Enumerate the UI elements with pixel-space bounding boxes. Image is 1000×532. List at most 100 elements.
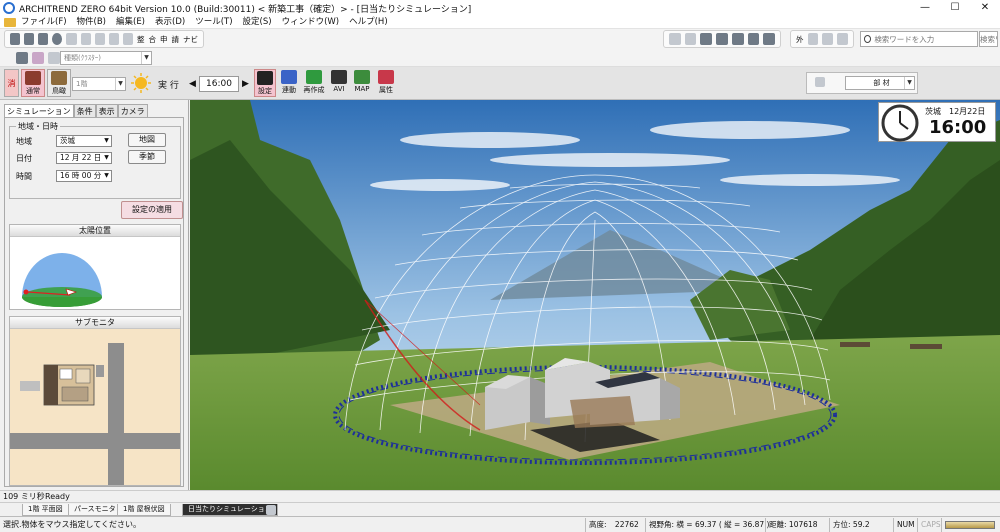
minimize-button[interactable]: — xyxy=(910,0,940,16)
print-icon[interactable] xyxy=(66,33,77,45)
attribute-button[interactable]: 属性 xyxy=(375,69,397,97)
import-icon[interactable] xyxy=(94,33,105,45)
layer-active-icon[interactable] xyxy=(32,52,44,64)
tab-condition[interactable]: 条件 xyxy=(73,104,96,118)
triangle-down-icon[interactable] xyxy=(684,33,697,45)
date-label: 日付 xyxy=(16,154,32,163)
menu-help[interactable]: ヘルプ(H) xyxy=(344,16,393,29)
tab-floor-plan[interactable]: 1階 平面図 xyxy=(22,504,69,516)
execute-button[interactable]: 実 行 xyxy=(128,69,182,97)
setting-label: 設定 xyxy=(258,87,272,95)
replay-button[interactable]: 再作成 xyxy=(301,69,327,97)
maximize-button[interactable]: ☐ xyxy=(940,0,970,16)
grid-icon[interactable] xyxy=(763,33,776,45)
redo-icon[interactable] xyxy=(822,33,834,45)
navi-label[interactable]: ナビ xyxy=(183,34,198,45)
menu-settings[interactable]: 設定(S) xyxy=(238,16,277,29)
material-selector[interactable]: 部 材 ▼ xyxy=(806,72,918,94)
consistency-label-2[interactable]: 合 xyxy=(148,34,156,45)
refresh-icon[interactable] xyxy=(837,33,848,45)
date-select[interactable]: 12 月 22 日 ▼ xyxy=(56,152,112,164)
map-label: MAP xyxy=(354,85,370,93)
azimuth-label: 方位: xyxy=(833,520,851,529)
fire-button[interactable]: 消 xyxy=(4,69,19,97)
columns-icon[interactable] xyxy=(747,33,760,45)
birdseye-icon xyxy=(51,71,67,85)
tab-camera[interactable]: カメラ xyxy=(117,104,148,118)
setting-button[interactable]: 設定 xyxy=(254,69,276,97)
m-icon[interactable] xyxy=(52,33,63,45)
link-label: 連動 xyxy=(282,86,296,94)
frame-icon[interactable] xyxy=(731,33,744,45)
triangle-up-icon[interactable] xyxy=(669,33,681,45)
tab-perspective-monitor[interactable]: パースモニタ xyxy=(68,504,122,516)
close-button[interactable]: ✕ xyxy=(970,0,1000,16)
layer-icon[interactable] xyxy=(16,52,28,64)
time-select[interactable]: 16 時 00 分 ▼ xyxy=(56,170,112,182)
material-value: 部 材 xyxy=(873,79,890,87)
search-input-2[interactable] xyxy=(980,34,997,44)
birdseye-view-label: 鳥瞰 xyxy=(52,87,66,95)
sun-position-dome xyxy=(22,253,102,307)
view-type-combo[interactable]: 種類(ｸﾗｽﾀｰ) ▼ xyxy=(60,51,152,65)
avi-button[interactable]: AVI xyxy=(328,69,350,97)
undo-icon[interactable] xyxy=(807,33,819,45)
menu-file[interactable]: ファイル(F) xyxy=(16,16,72,29)
ready-status: Ready xyxy=(45,492,70,501)
chevron-down-icon: ▼ xyxy=(141,52,151,64)
time-next-button[interactable]: ▶ xyxy=(240,76,251,92)
progress-cell xyxy=(941,518,998,532)
menu-window[interactable]: ウィンドウ(W) xyxy=(277,16,345,29)
title-bar: ARCHITREND ZERO 64bit Version 10.0 (Buil… xyxy=(0,0,1000,16)
menu-property[interactable]: 物件(B) xyxy=(72,16,111,29)
new-tab-icon[interactable] xyxy=(266,505,276,515)
tab-roof-plan[interactable]: 1階 屋根伏図 xyxy=(117,504,171,516)
time-field[interactable]: 16:00 xyxy=(199,76,239,92)
apply-label[interactable]: 申 xyxy=(160,34,168,45)
search-input[interactable] xyxy=(874,34,977,44)
clock-date: 12月22日 xyxy=(949,107,986,116)
export-icon[interactable] xyxy=(80,33,91,45)
map-select-button[interactable]: 地図 xyxy=(128,133,166,147)
gear-icon[interactable] xyxy=(38,33,49,45)
tab-simulation[interactable]: シミュレーション xyxy=(4,104,74,118)
apply-label-2[interactable]: 請 xyxy=(171,34,179,45)
sunlight-simulation-viewport[interactable]: 茨城 12月22日 16:00 xyxy=(190,100,1000,490)
menu-view[interactable]: 表示(D) xyxy=(150,16,190,29)
open-icon[interactable] xyxy=(10,33,21,45)
execute-label: 実 行 xyxy=(158,81,179,91)
recycle-icon xyxy=(306,70,322,84)
floor-combo[interactable]: 1階 ▼ xyxy=(72,77,126,91)
time-prev-button[interactable]: ◀ xyxy=(187,76,198,92)
map-button[interactable]: MAP xyxy=(351,69,373,97)
region-select[interactable]: 茨城 ▼ xyxy=(56,135,112,147)
external-label[interactable]: 外 xyxy=(796,34,804,45)
report-icon[interactable] xyxy=(122,33,133,45)
birdseye-view-button[interactable]: 鳥瞰 xyxy=(47,69,71,97)
clock-region: 茨城 xyxy=(925,107,941,116)
apply-settings-button[interactable]: 設定の適用 xyxy=(121,201,183,219)
link-button[interactable]: 連動 xyxy=(278,69,300,97)
copy-icon[interactable] xyxy=(700,33,713,45)
normal-view-label: 通常 xyxy=(26,87,40,95)
consistency-label[interactable]: 整 xyxy=(137,34,145,45)
tab-sunlight-simulation[interactable]: 日当たりシミュレーション xyxy=(182,504,278,516)
season-button[interactable]: 季節 xyxy=(128,150,166,164)
main-toolbar: 整 合 申 請 ナビ 外 xyxy=(0,29,1000,49)
house-icon xyxy=(25,71,41,85)
menu-edit[interactable]: 編集(E) xyxy=(111,16,150,29)
secondary-toolbar: 種類(ｸﾗｽﾀｰ) ▼ xyxy=(0,49,1000,67)
avi-label: AVI xyxy=(333,85,345,93)
check-icon[interactable] xyxy=(108,33,119,45)
material-combo[interactable]: 部 材 ▼ xyxy=(845,76,915,90)
undo-toolbar-group: 外 xyxy=(790,30,854,48)
paste-icon[interactable] xyxy=(716,33,728,45)
panel-body: 地域・日時 地域 茨城 ▼ 日付 12 月 22 日 ▼ 時間 16 時 00 … xyxy=(4,117,184,487)
clock-time: 16:00 xyxy=(929,117,987,138)
save-icon[interactable] xyxy=(24,33,35,45)
normal-view-button[interactable]: 通常 xyxy=(21,69,45,97)
menu-tool[interactable]: ツール(T) xyxy=(190,16,237,29)
tab-display[interactable]: 表示 xyxy=(95,104,118,118)
layer-filter-icon[interactable] xyxy=(48,52,60,64)
flag-icon xyxy=(378,70,394,84)
